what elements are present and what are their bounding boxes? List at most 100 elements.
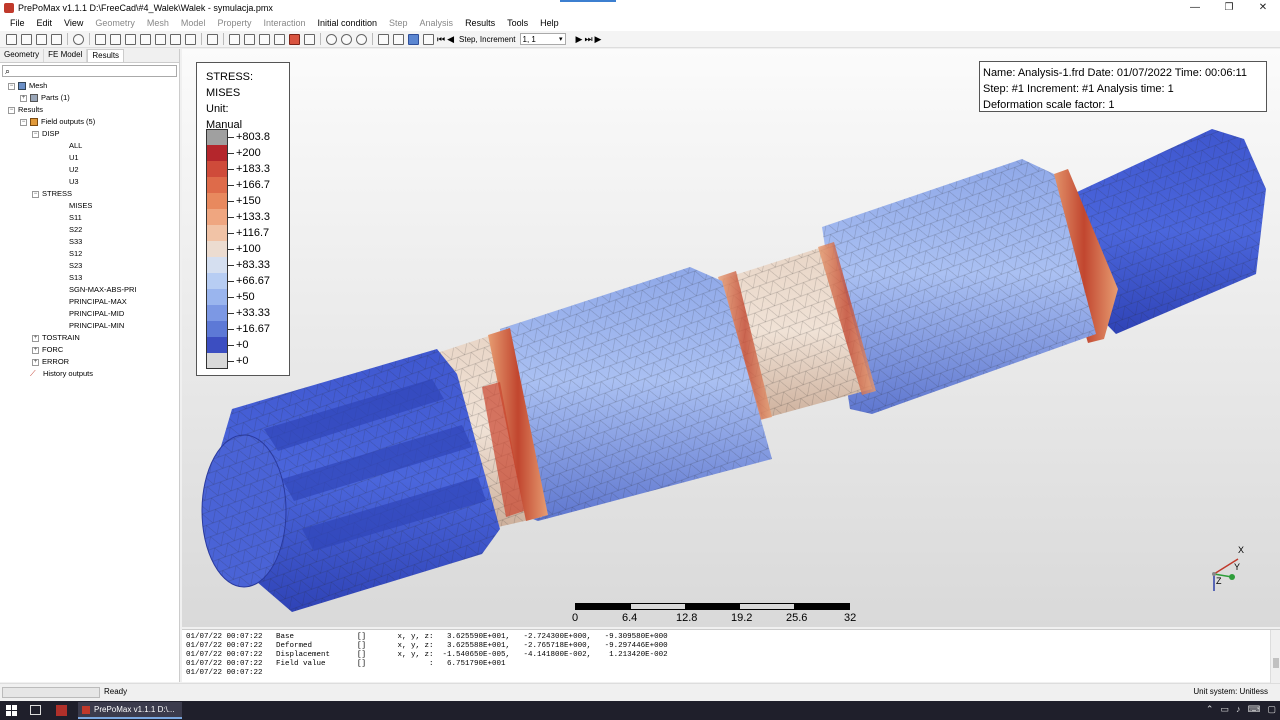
section-view-icon[interactable]: [274, 33, 285, 45]
import-icon[interactable]: [36, 33, 47, 45]
play-icon[interactable]: ▶: [595, 34, 602, 45]
show-only-icon[interactable]: [356, 33, 367, 45]
output-console[interactable]: 01/07/22 00:07:22 Base [] x, y, z: 3.625…: [182, 629, 1280, 683]
tab-fe-model[interactable]: FE Model: [44, 49, 88, 62]
tree-node-field-outputs[interactable]: − Field outputs (5): [20, 116, 95, 128]
tree-node-principal-max[interactable]: PRINCIPAL-MAX: [69, 296, 127, 308]
tab-results[interactable]: Results: [87, 49, 125, 62]
taskbar-prepomax-button[interactable]: PrePoMax v1.1.1 D:\...: [78, 702, 182, 719]
show-icon[interactable]: [326, 33, 337, 45]
task-view-icon[interactable]: [30, 705, 41, 715]
tree-node-disp-u3[interactable]: U3: [69, 176, 79, 188]
network-icon[interactable]: ▭: [1220, 704, 1229, 715]
tree-node-s22[interactable]: S22: [69, 224, 82, 236]
menu-geometry[interactable]: Geometry: [89, 18, 141, 28]
tree-node-principal-min[interactable]: PRINCIPAL-MIN: [69, 320, 124, 332]
back-view-icon[interactable]: [110, 33, 121, 45]
results-legend[interactable]: STRESS: MISES Unit: Manual +803.8 +200 +18…: [196, 62, 290, 376]
menu-model[interactable]: Model: [175, 18, 212, 28]
tree-node-mesh[interactable]: − Mesh: [8, 80, 47, 92]
menu-edit[interactable]: Edit: [31, 18, 59, 28]
first-increment-icon[interactable]: ⏮: [437, 34, 445, 45]
left-view-icon[interactable]: [155, 33, 166, 45]
previous-increment-icon[interactable]: ◀: [447, 34, 454, 45]
menu-file[interactable]: File: [4, 18, 31, 28]
wireframe-icon[interactable]: [229, 33, 240, 45]
tree-node-s12[interactable]: S12: [69, 248, 82, 260]
tree-node-disp[interactable]: − DISP: [32, 128, 60, 140]
expand-icon[interactable]: +: [32, 358, 39, 366]
tree-node-history-outputs[interactable]: ⟋ History outputs: [30, 368, 93, 380]
notification-icon[interactable]: ▢: [1267, 704, 1276, 715]
menu-step[interactable]: Step: [383, 18, 414, 28]
tree-node-disp-u1[interactable]: U1: [69, 152, 79, 164]
collapse-icon[interactable]: −: [32, 190, 39, 198]
menu-help[interactable]: Help: [534, 18, 565, 28]
shaded-edges-icon[interactable]: [244, 33, 255, 45]
collapse-icon[interactable]: −: [32, 130, 39, 138]
tree-node-results[interactable]: − Results: [8, 104, 43, 116]
last-increment-icon[interactable]: ⏭: [584, 34, 592, 45]
analysis-info-box[interactable]: Name: Analysis-1.frd Date: 01/07/2022 Ti…: [979, 61, 1267, 112]
tree-node-tostrain[interactable]: + TOSTRAIN: [32, 332, 80, 344]
close-button[interactable]: ✕: [1246, 0, 1280, 15]
tree-node-sgn-max-abs-pri[interactable]: SGN-MAX-ABS-PRI: [69, 284, 137, 296]
shaded-icon[interactable]: [259, 33, 270, 45]
expand-icon[interactable]: +: [20, 94, 27, 102]
normal-view-icon[interactable]: [185, 33, 196, 45]
menu-initial-condition[interactable]: Initial condition: [311, 18, 383, 28]
open-file-icon[interactable]: [21, 33, 32, 45]
tree-node-stress[interactable]: − STRESS: [32, 188, 72, 200]
minimize-button[interactable]: —: [1178, 0, 1212, 15]
right-view-icon[interactable]: [170, 33, 181, 45]
save-icon[interactable]: [51, 33, 62, 45]
tree-node-s11[interactable]: S11: [69, 212, 82, 224]
tree-search-input[interactable]: ⌕: [2, 65, 177, 77]
front-view-icon[interactable]: [95, 33, 106, 45]
tree-node-mises[interactable]: MISES: [69, 200, 92, 212]
menu-tools[interactable]: Tools: [501, 18, 534, 28]
graphics-viewport[interactable]: STRESS: MISES Unit: Manual +803.8 +200 +18…: [182, 49, 1280, 627]
tree-node-disp-all[interactable]: ALL: [69, 140, 82, 152]
next-increment-icon[interactable]: ▶: [576, 34, 583, 45]
console-scrollbar[interactable]: [1270, 630, 1280, 683]
scrollbar-thumb[interactable]: [1273, 658, 1279, 668]
pinned-app-icon[interactable]: [56, 705, 67, 716]
hide-icon[interactable]: [341, 33, 352, 45]
expand-icon[interactable]: +: [32, 346, 39, 354]
bottom-view-icon[interactable]: [140, 33, 151, 45]
menu-property[interactable]: Property: [211, 18, 257, 28]
tray-chevron-icon[interactable]: ⌃: [1206, 704, 1214, 715]
tree-node-s13[interactable]: S13: [69, 272, 82, 284]
undeformed-icon[interactable]: [304, 33, 315, 45]
menu-mesh[interactable]: Mesh: [141, 18, 175, 28]
results-icon[interactable]: [408, 33, 419, 45]
tree-node-s23[interactable]: S23: [69, 260, 82, 272]
tree-node-forc[interactable]: + FORC: [32, 344, 63, 356]
zoom-icon[interactable]: [73, 33, 84, 45]
tree-node-error[interactable]: + ERROR: [32, 356, 69, 368]
step-increment-select[interactable]: 1, 1: [519, 33, 566, 45]
deformed-icon[interactable]: [289, 33, 300, 45]
tree-node-s33[interactable]: S33: [69, 236, 82, 248]
volume-icon[interactable]: ♪: [1236, 704, 1241, 715]
maximize-button[interactable]: ❐: [1212, 0, 1246, 15]
windows-start-icon[interactable]: [6, 705, 17, 716]
expand-icon[interactable]: +: [32, 334, 39, 342]
keyboard-icon[interactable]: ⌨: [1247, 704, 1260, 715]
top-view-icon[interactable]: [125, 33, 136, 45]
tree-node-disp-u2[interactable]: U2: [69, 164, 79, 176]
collapse-icon[interactable]: −: [20, 118, 27, 126]
tab-geometry[interactable]: Geometry: [0, 49, 45, 62]
collapse-icon[interactable]: −: [8, 106, 15, 114]
new-file-icon[interactable]: [6, 33, 17, 45]
tree-node-principal-mid[interactable]: PRINCIPAL-MID: [69, 308, 124, 320]
menu-results[interactable]: Results: [459, 18, 501, 28]
tree-node-parts[interactable]: + Parts (1): [20, 92, 70, 104]
collapse-icon[interactable]: −: [8, 82, 15, 90]
menu-view[interactable]: View: [58, 18, 89, 28]
menu-interaction[interactable]: Interaction: [257, 18, 311, 28]
query-icon[interactable]: [393, 33, 404, 45]
isometric-view-icon[interactable]: [207, 33, 218, 45]
menu-analysis[interactable]: Analysis: [414, 18, 460, 28]
